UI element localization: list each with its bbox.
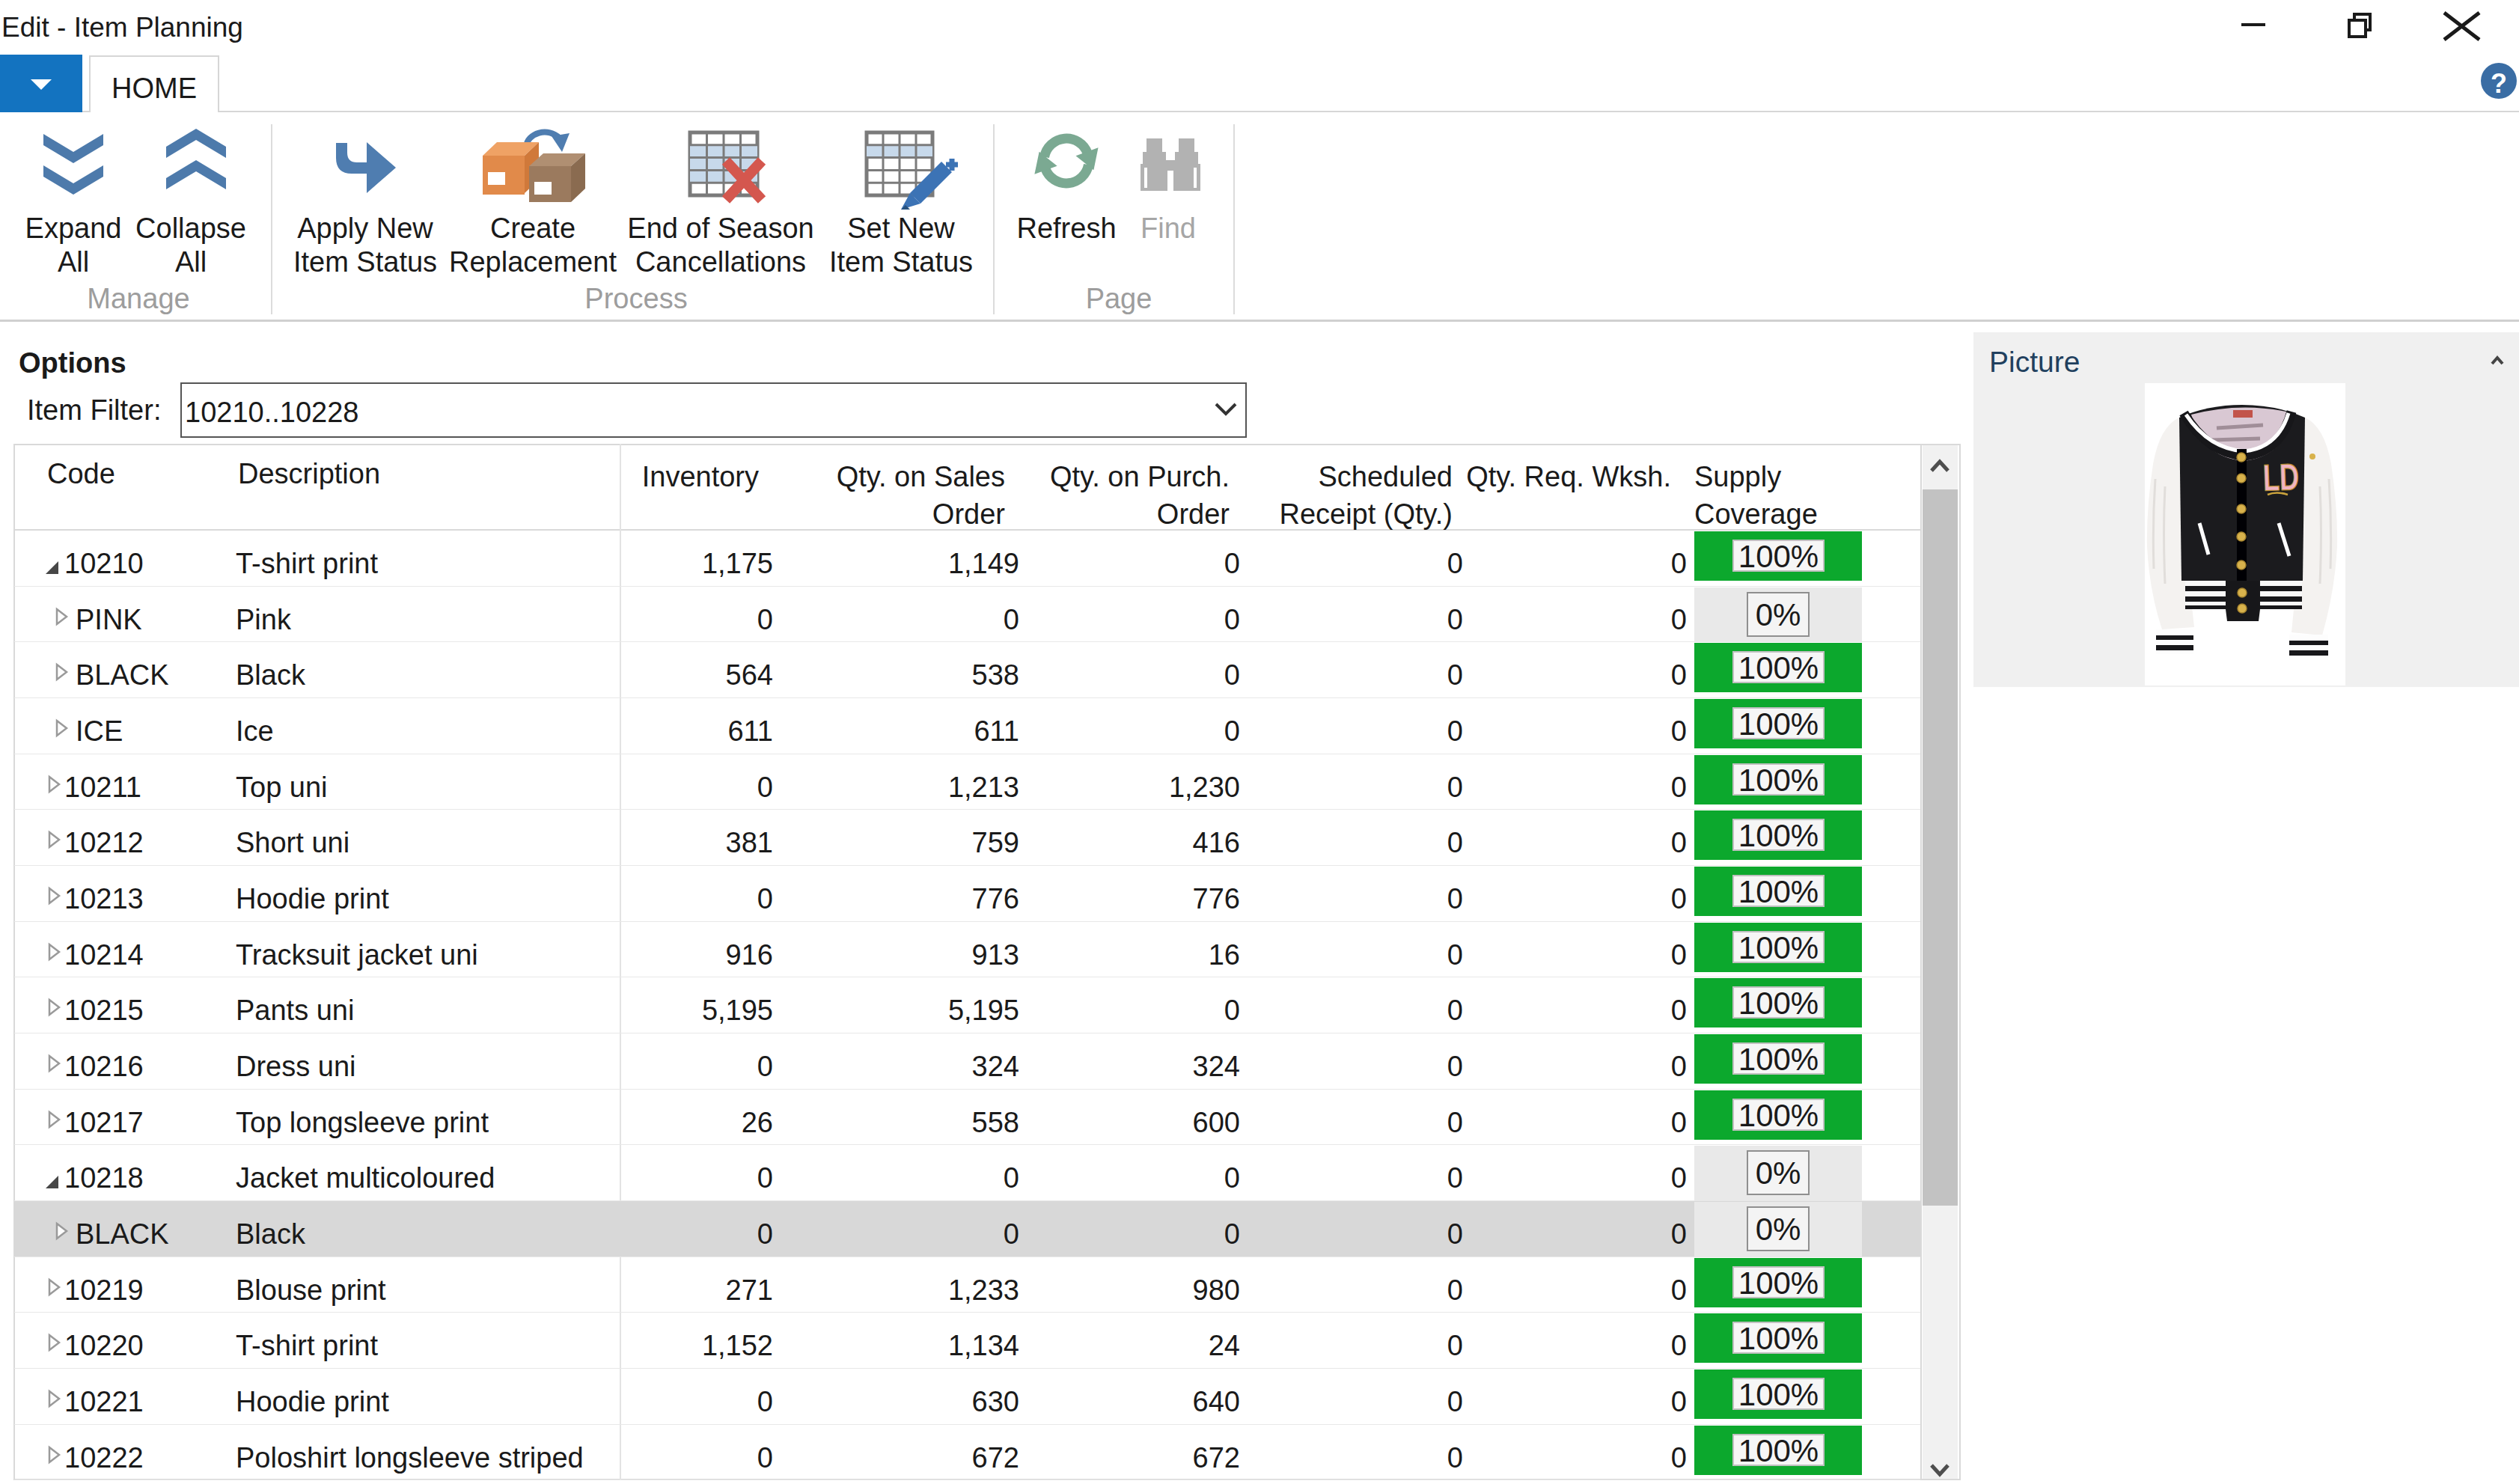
svg-text:LD: LD [2262, 456, 2300, 498]
